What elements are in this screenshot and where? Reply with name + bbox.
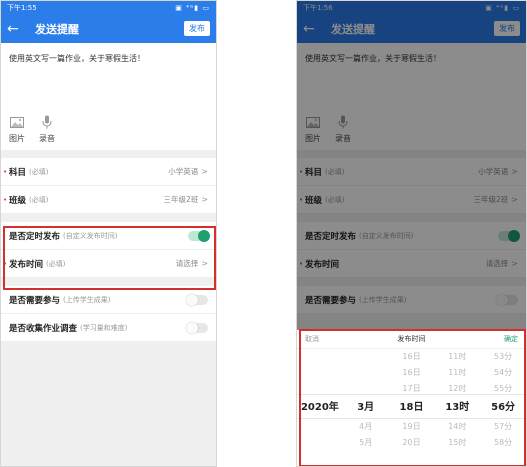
audio-attach-button[interactable]: 录音 [39, 115, 55, 144]
status-time: 下午1:55 [7, 4, 37, 12]
survey-toggle[interactable] [186, 321, 208, 334]
picker-option[interactable]: 20日 [402, 435, 420, 451]
picker-selected-option[interactable]: 56分 [491, 397, 515, 419]
app-header: ← 发送提醒 发布 [1, 15, 216, 43]
picker-column-hour[interactable]: 11时 11时 12时 13时 14时 15时 [434, 349, 480, 466]
picker-option[interactable]: 58分 [494, 435, 512, 451]
survey-hint: (学习量和难度) [80, 323, 128, 332]
picker-selected-option[interactable]: 13时 [445, 397, 469, 419]
picker-option[interactable]: 19日 [402, 419, 420, 435]
picker-column-day[interactable]: 16日 16日 17日 18日 19日 20日 [389, 349, 435, 466]
timed-publish-hint: (自定义发布时间) [63, 231, 118, 240]
picker-column-minute[interactable]: 53分 54分 55分 56分 57分 58分 [480, 349, 526, 466]
picker-option[interactable]: 14时 [448, 419, 466, 435]
subject-value: 小学英语 [168, 167, 199, 176]
content-text[interactable]: 使用英文写一篇作业，关于寒假生活！ [9, 53, 208, 111]
status-icons: ▣ ⁴ᴳ▮ ▭ [175, 4, 210, 12]
chevron-right-icon: > [201, 195, 208, 204]
picker-selected-option[interactable]: 2020年 [301, 397, 339, 419]
page-title: 发送提醒 [35, 23, 79, 36]
picker-option[interactable]: 15时 [448, 435, 466, 451]
picker-columns: 2020年 3月 4月 5月 16日 16日 17日 18日 19日 20日 11时 11时 12时 13… [297, 349, 526, 466]
picker-option[interactable]: 11时 [448, 365, 466, 381]
participate-hint: (上传学生成果) [63, 295, 111, 304]
participate-row: 是否需要参与 (上传学生成果) [1, 286, 216, 314]
subject-hint: (必填) [29, 167, 49, 176]
image-icon [10, 115, 24, 129]
right-screen: 下午1:56 ▣ ⁴ᴳ▮ ▭ ← 发送提醒 发布 使用英文写一篇作业，关于寒假生… [296, 0, 527, 467]
participate-toggle[interactable] [186, 293, 208, 306]
timed-publish-row: 是否定时发布 (自定义发布时间) [1, 222, 216, 250]
picker-column-year[interactable]: 2020年 [297, 349, 343, 466]
picker-option[interactable]: 16日 [402, 365, 420, 381]
picker-selected-option[interactable]: 3月 [357, 397, 374, 419]
required-mark: • [3, 168, 8, 176]
image-attach-label: 图片 [9, 134, 25, 143]
back-arrow-icon[interactable]: ← [7, 21, 29, 37]
picker-option[interactable]: 16日 [402, 349, 420, 365]
survey-label: 是否收集作业调查 [9, 323, 78, 334]
timed-publish-toggle[interactable] [188, 229, 210, 242]
class-row[interactable]: • 班级 (必填) 三年级2班 > [1, 186, 216, 214]
timed-publish-label: 是否定时发布 [9, 231, 61, 242]
status-bar: 下午1:55 ▣ ⁴ᴳ▮ ▭ [1, 1, 216, 15]
image-attach-button[interactable]: 图片 [9, 115, 25, 144]
picker-option[interactable]: 11时 [448, 349, 466, 365]
content-card: 使用英文写一篇作业，关于寒假生活！ 图片 录音 [1, 43, 216, 150]
datetime-picker: 取消 发布时间 确定 2020年 3月 4月 5月 16日 16日 17日 18日 19日 20日… [297, 330, 526, 466]
publish-time-value: 请选择 [175, 259, 199, 268]
picker-confirm-button[interactable]: 确定 [504, 334, 518, 344]
picker-option[interactable]: 5月 [359, 435, 372, 451]
picker-cancel-button[interactable]: 取消 [305, 334, 319, 344]
class-value: 三年级2班 [163, 195, 199, 204]
attachment-bar: 图片 录音 [9, 111, 208, 150]
picker-option[interactable]: 53分 [494, 349, 512, 365]
audio-attach-label: 录音 [39, 134, 55, 143]
publish-button[interactable]: 发布 [184, 21, 210, 36]
picker-header: 取消 发布时间 确定 [297, 330, 526, 349]
picker-option[interactable]: 57分 [494, 419, 512, 435]
class-hint: (必填) [29, 195, 49, 204]
picker-title: 发布时间 [397, 335, 426, 343]
required-mark: • [3, 260, 8, 268]
picker-column-month[interactable]: 3月 4月 5月 [343, 349, 389, 466]
class-label: 班级 [9, 195, 27, 206]
picker-option[interactable]: 54分 [494, 365, 512, 381]
survey-row: 是否收集作业调查 (学习量和难度) [1, 314, 216, 342]
publish-time-row[interactable]: • 发布时间 (必填) 请选择 > [1, 250, 216, 278]
chevron-right-icon: > [201, 259, 208, 268]
left-screen: 下午1:55 ▣ ⁴ᴳ▮ ▭ ← 发送提醒 发布 使用英文写一篇作业，关于寒假生… [0, 0, 217, 467]
chevron-right-icon: > [201, 167, 208, 176]
picker-selected-option[interactable]: 18日 [400, 397, 424, 419]
required-mark: • [3, 196, 8, 204]
microphone-icon [42, 115, 52, 129]
subject-label: 科目 [9, 167, 27, 178]
picker-option[interactable]: 4月 [359, 419, 372, 435]
publish-time-label: 发布时间 [9, 259, 44, 270]
subject-row[interactable]: • 科目 (必填) 小学英语 > [1, 158, 216, 186]
participate-label: 是否需要参与 [9, 295, 61, 306]
publish-time-hint: (必填) [46, 259, 66, 268]
